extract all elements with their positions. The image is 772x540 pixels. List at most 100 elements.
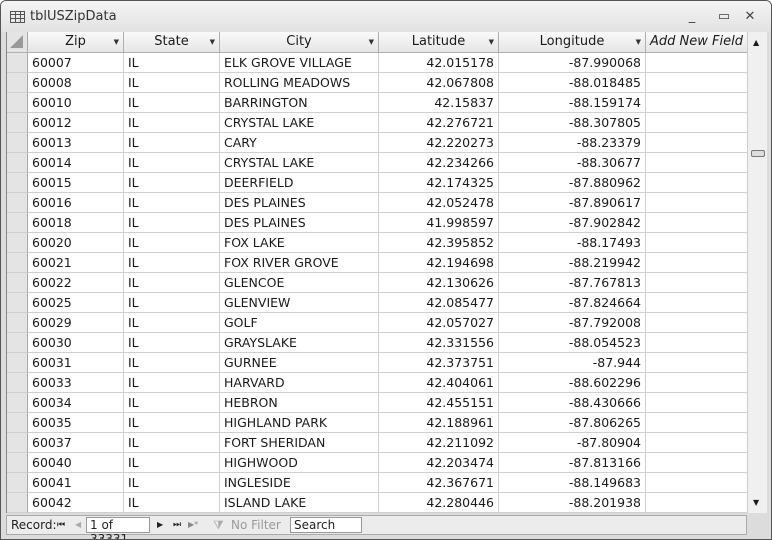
cell-zip[interactable]: 60007 — [28, 53, 124, 73]
cell-state[interactable]: IL — [124, 253, 220, 273]
dropdown-arrow-icon[interactable]: ▼ — [636, 32, 641, 52]
row-selector[interactable] — [7, 413, 28, 433]
cell-latitude[interactable]: 42.211092 — [379, 433, 499, 453]
cell-latitude[interactable]: 42.331556 — [379, 333, 499, 353]
cell-latitude[interactable]: 42.067808 — [379, 73, 499, 93]
next-record-button[interactable]: ▶ — [157, 516, 163, 534]
table-row[interactable]: 60007 IL ELK GROVE VILLAGE 42.015178 -87.990… — [7, 53, 747, 73]
cell-city[interactable]: GLENCOE — [220, 273, 379, 293]
cell-city[interactable]: DEERFIELD — [220, 173, 379, 193]
table-row[interactable]: 60016 IL DES PLAINES 42.052478 -87.890617 — [7, 193, 747, 213]
table-row[interactable]: 60035 IL HIGHLAND PARK 42.188961 -87.806265 — [7, 413, 747, 433]
cell-latitude[interactable]: 42.455151 — [379, 393, 499, 413]
table-row[interactable]: 60025 IL GLENVIEW 42.085477 -87.824664 — [7, 293, 747, 313]
cell-latitude[interactable]: 42.188961 — [379, 413, 499, 433]
cell-latitude[interactable]: 42.373751 — [379, 353, 499, 373]
cell-state[interactable]: IL — [124, 393, 220, 413]
row-selector[interactable] — [7, 233, 28, 253]
row-selector[interactable] — [7, 433, 28, 453]
cell-zip[interactable]: 60035 — [28, 413, 124, 433]
record-position-input[interactable]: 1 of 33331 — [86, 517, 150, 539]
cell-city[interactable]: DES PLAINES — [220, 213, 379, 233]
cell-state[interactable]: IL — [124, 213, 220, 233]
cell-city[interactable]: FORT SHERIDAN — [220, 433, 379, 453]
row-selector[interactable] — [7, 373, 28, 393]
cell-new-field[interactable] — [646, 373, 747, 393]
cell-state[interactable]: IL — [124, 93, 220, 113]
table-row[interactable]: 60029 IL GOLF 42.057027 -87.792008 — [7, 313, 747, 333]
close-button[interactable]: ✕ — [742, 9, 758, 24]
row-selector[interactable] — [7, 93, 28, 113]
table-row[interactable]: 60012 IL CRYSTAL LAKE 42.276721 -88.307805 — [7, 113, 747, 133]
cell-city[interactable]: GLENVIEW — [220, 293, 379, 313]
cell-city[interactable]: BARRINGTON — [220, 93, 379, 113]
table-row[interactable]: 60022 IL GLENCOE 42.130626 -87.767813 — [7, 273, 747, 293]
table-row[interactable]: 60041 IL INGLESIDE 42.367671 -88.149683 — [7, 473, 747, 493]
cell-new-field[interactable] — [646, 253, 747, 273]
cell-longitude[interactable]: -87.990068 — [499, 53, 646, 73]
maximize-button[interactable]: ▭ — [716, 9, 732, 24]
cell-state[interactable]: IL — [124, 353, 220, 373]
cell-zip[interactable]: 60037 — [28, 433, 124, 453]
cell-zip[interactable]: 60041 — [28, 473, 124, 493]
dropdown-arrow-icon[interactable]: ▼ — [114, 32, 119, 52]
cell-longitude[interactable]: -87.944 — [499, 353, 646, 373]
cell-city[interactable]: HARVARD — [220, 373, 379, 393]
cell-longitude[interactable]: -88.018485 — [499, 73, 646, 93]
cell-latitude[interactable]: 42.404061 — [379, 373, 499, 393]
vertical-scrollbar[interactable]: ▲ ▼ — [747, 32, 767, 513]
cell-zip[interactable]: 60034 — [28, 393, 124, 413]
cell-new-field[interactable] — [646, 233, 747, 253]
cell-city[interactable]: GURNEE — [220, 353, 379, 373]
cell-longitude[interactable]: -88.159174 — [499, 93, 646, 113]
row-selector[interactable] — [7, 493, 28, 513]
cell-city[interactable]: HIGHWOOD — [220, 453, 379, 473]
cell-longitude[interactable]: -88.054523 — [499, 333, 646, 353]
cell-latitude[interactable]: 42.052478 — [379, 193, 499, 213]
table-row[interactable]: 60034 IL HEBRON 42.455151 -88.430666 — [7, 393, 747, 413]
table-row[interactable]: 60008 IL ROLLING MEADOWS 42.067808 -88.01848… — [7, 73, 747, 93]
cell-longitude[interactable]: -87.80904 — [499, 433, 646, 453]
cell-zip[interactable]: 60031 — [28, 353, 124, 373]
table-row[interactable]: 60021 IL FOX RIVER GROVE 42.194698 -88.21994… — [7, 253, 747, 273]
cell-new-field[interactable] — [646, 93, 747, 113]
cell-latitude[interactable]: 42.395852 — [379, 233, 499, 253]
cell-state[interactable]: IL — [124, 153, 220, 173]
cell-latitude[interactable]: 42.015178 — [379, 53, 499, 73]
table-row[interactable]: 60013 IL CARY 42.220273 -88.23379 — [7, 133, 747, 153]
row-selector[interactable] — [7, 53, 28, 73]
row-selector[interactable] — [7, 273, 28, 293]
cell-new-field[interactable] — [646, 393, 747, 413]
new-record-button[interactable]: ▶* — [188, 516, 198, 534]
cell-state[interactable]: IL — [124, 173, 220, 193]
cell-city[interactable]: ELK GROVE VILLAGE — [220, 53, 379, 73]
cell-zip[interactable]: 60030 — [28, 333, 124, 353]
scroll-thumb[interactable] — [751, 150, 765, 157]
cell-latitude[interactable]: 42.194698 — [379, 253, 499, 273]
cell-latitude[interactable]: 42.057027 — [379, 313, 499, 333]
cell-new-field[interactable] — [646, 413, 747, 433]
table-row[interactable]: 60031 IL GURNEE 42.373751 -87.944 — [7, 353, 747, 373]
cell-new-field[interactable] — [646, 173, 747, 193]
cell-longitude[interactable]: -88.602296 — [499, 373, 646, 393]
cell-zip[interactable]: 60022 — [28, 273, 124, 293]
cell-new-field[interactable] — [646, 473, 747, 493]
cell-city[interactable]: INGLESIDE — [220, 473, 379, 493]
cell-new-field[interactable] — [646, 273, 747, 293]
row-selector[interactable] — [7, 453, 28, 473]
cell-zip[interactable]: 60018 — [28, 213, 124, 233]
row-selector[interactable] — [7, 253, 28, 273]
row-selector[interactable] — [7, 113, 28, 133]
cell-latitude[interactable]: 41.998597 — [379, 213, 499, 233]
cell-longitude[interactable]: -87.806265 — [499, 413, 646, 433]
cell-state[interactable]: IL — [124, 493, 220, 513]
row-selector[interactable] — [7, 133, 28, 153]
cell-latitude[interactable]: 42.234266 — [379, 153, 499, 173]
last-record-button[interactable]: ⏭ — [173, 516, 181, 534]
cell-new-field[interactable] — [646, 153, 747, 173]
row-selector[interactable] — [7, 353, 28, 373]
cell-city[interactable]: CRYSTAL LAKE — [220, 153, 379, 173]
row-selector[interactable] — [7, 293, 28, 313]
cell-state[interactable]: IL — [124, 293, 220, 313]
cell-latitude[interactable]: 42.174325 — [379, 173, 499, 193]
